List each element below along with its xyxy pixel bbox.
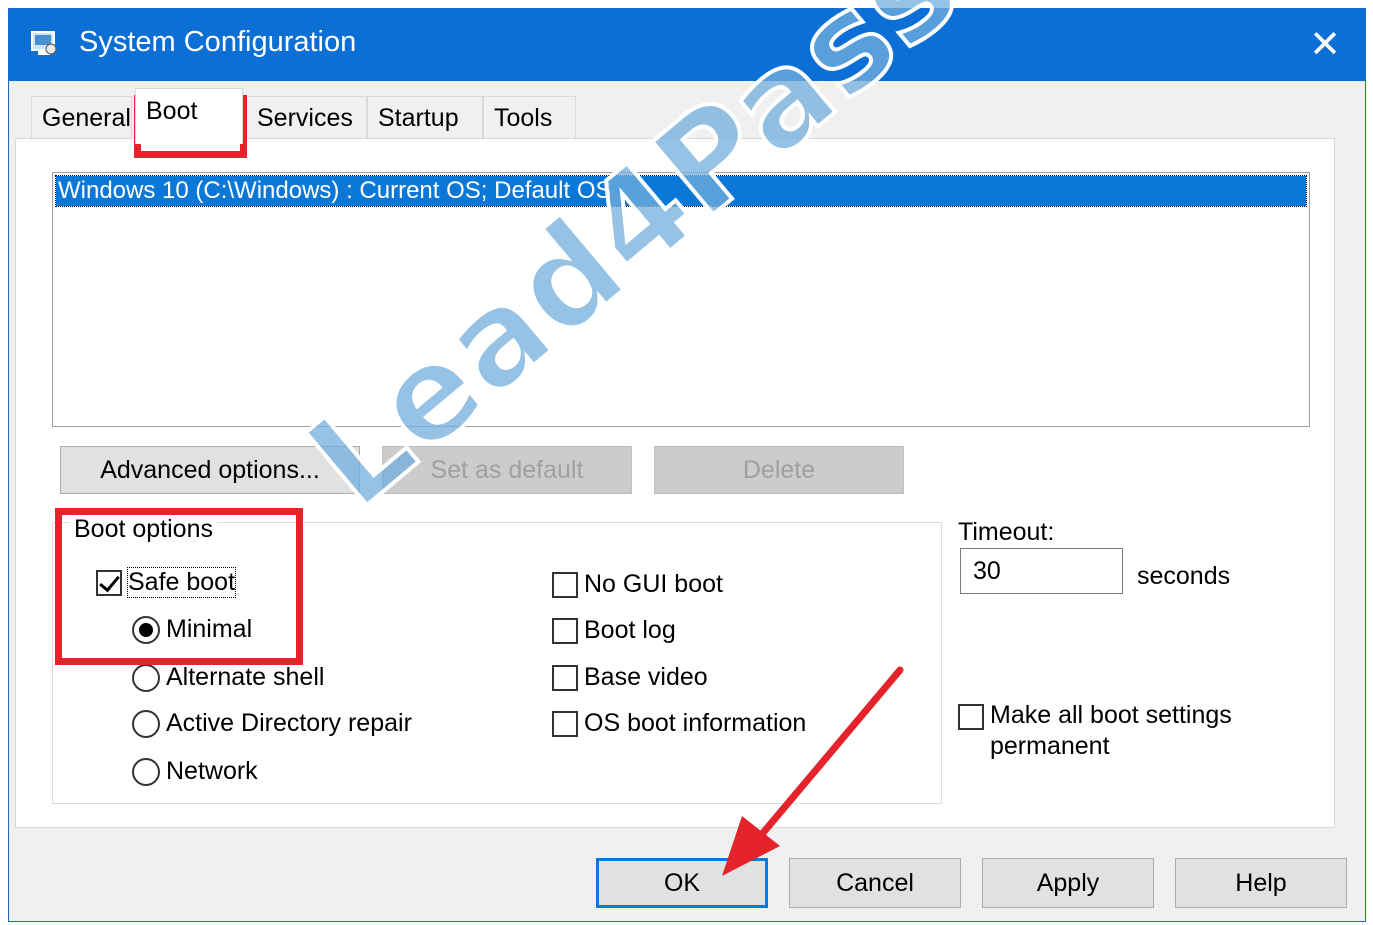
safe-boot-checkbox[interactable]: Safe boot — [96, 567, 237, 598]
radio-unselected-icon — [132, 757, 160, 786]
radio-unselected-icon — [132, 663, 160, 692]
help-button[interactable]: Help — [1175, 858, 1347, 908]
checkbox-unchecked-icon — [552, 571, 578, 598]
minimal-label: Minimal — [166, 615, 253, 643]
boot-options-title: Boot options — [70, 515, 217, 544]
tab-tools[interactable]: Tools — [483, 96, 576, 140]
tab-services[interactable]: Services — [246, 96, 367, 140]
tab-startup[interactable]: Startup — [367, 96, 483, 140]
close-button[interactable]: ✕ — [1299, 19, 1351, 71]
boot-log-checkbox[interactable]: Boot log — [552, 616, 676, 645]
timeout-input[interactable] — [960, 548, 1123, 594]
cancel-button[interactable]: Cancel — [789, 858, 961, 908]
active-directory-repair-label: Active Directory repair — [166, 709, 412, 737]
base-video-label: Base video — [584, 663, 708, 691]
network-radio[interactable]: Network — [132, 757, 258, 786]
seconds-label: seconds — [1137, 562, 1231, 590]
os-boot-information-label: OS boot information — [584, 709, 807, 737]
radio-selected-icon — [132, 615, 160, 644]
os-list[interactable]: Windows 10 (C:\Windows) : Current OS; De… — [52, 172, 1310, 427]
no-gui-boot-checkbox[interactable]: No GUI boot — [552, 570, 723, 599]
alternate-shell-label: Alternate shell — [166, 663, 325, 691]
checkbox-unchecked-icon — [552, 664, 578, 691]
msconfig-app-icon — [31, 31, 57, 55]
checkbox-unchecked-icon — [552, 617, 578, 644]
checkbox-unchecked-icon — [552, 710, 578, 737]
os-boot-information-checkbox[interactable]: OS boot information — [552, 709, 806, 738]
title-bar: System Configuration ✕ — [9, 9, 1365, 81]
radio-unselected-icon — [132, 709, 160, 738]
apply-button[interactable]: Apply — [982, 858, 1154, 908]
make-permanent-label-line1: Make all boot settings — [990, 701, 1232, 729]
safe-boot-label: Safe boot — [126, 567, 237, 598]
no-gui-boot-label: No GUI boot — [584, 570, 723, 598]
make-permanent-checkbox[interactable]: Make all boot settings permanent — [958, 700, 1232, 762]
os-list-item-selected[interactable]: Windows 10 (C:\Windows) : Current OS; De… — [55, 175, 1307, 207]
boot-log-label: Boot log — [584, 616, 676, 644]
timeout-label: Timeout: — [958, 518, 1055, 546]
advanced-options-button[interactable]: Advanced options... — [60, 446, 360, 494]
ok-button[interactable]: OK — [596, 858, 768, 908]
network-label: Network — [166, 757, 258, 785]
set-as-default-button[interactable]: Set as default — [382, 446, 632, 494]
tab-boot[interactable]: Boot — [135, 88, 243, 144]
make-permanent-label-line2: permanent — [990, 732, 1110, 760]
window-title: System Configuration — [79, 26, 357, 58]
base-video-checkbox[interactable]: Base video — [552, 663, 708, 692]
checkbox-checked-icon — [96, 569, 122, 596]
alternate-shell-radio[interactable]: Alternate shell — [132, 663, 324, 692]
delete-button[interactable]: Delete — [654, 446, 904, 494]
close-icon: ✕ — [1309, 24, 1341, 66]
active-directory-repair-radio[interactable]: Active Directory repair — [132, 709, 412, 738]
tab-general[interactable]: General — [31, 96, 132, 140]
minimal-radio[interactable]: Minimal — [132, 615, 252, 644]
checkbox-unchecked-icon — [958, 704, 984, 730]
